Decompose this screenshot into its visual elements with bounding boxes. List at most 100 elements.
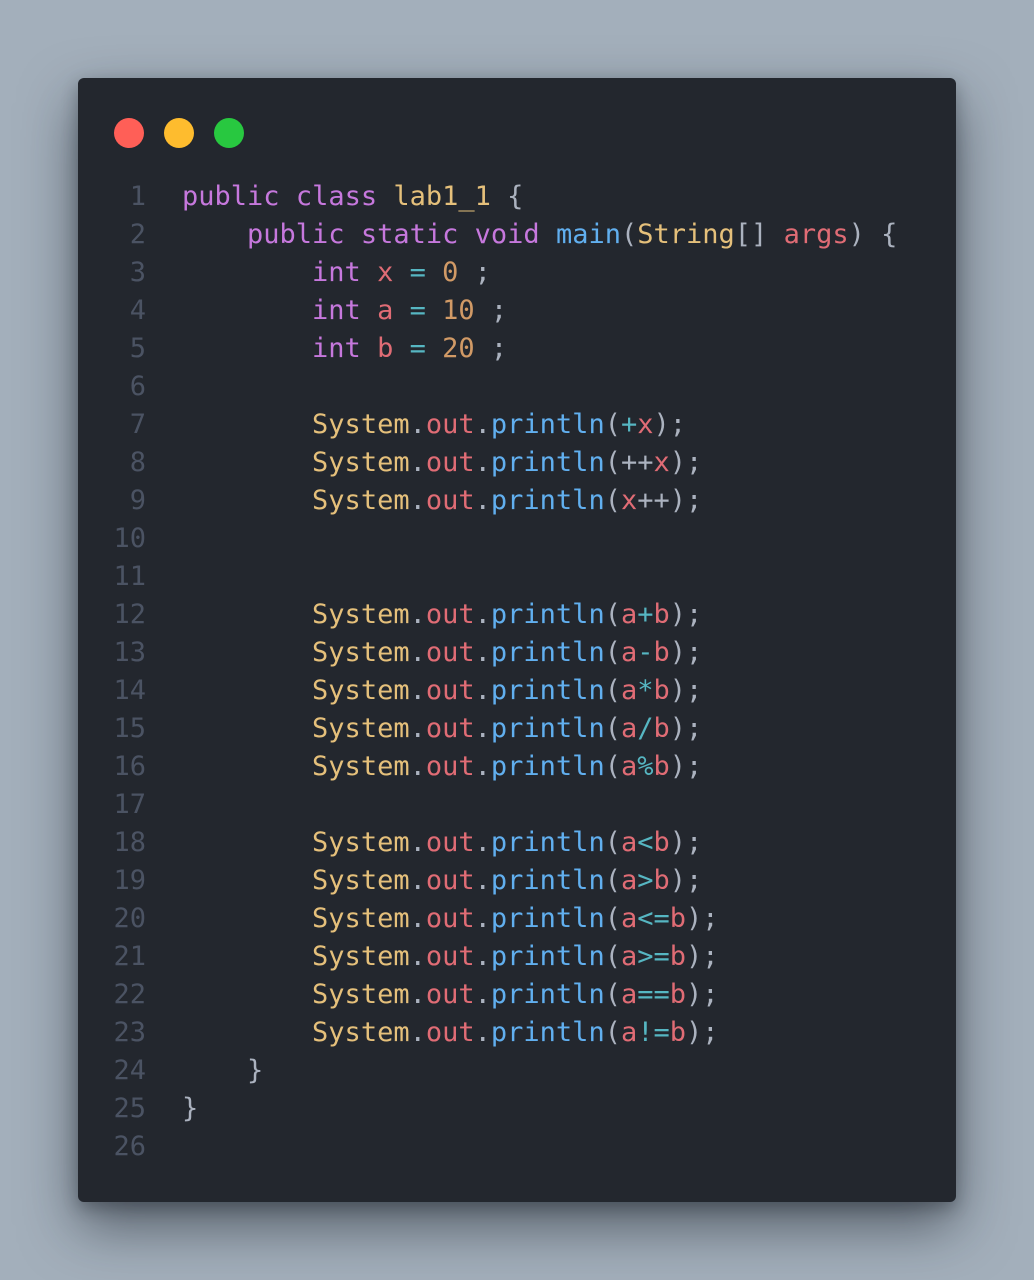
line-number: 10 <box>113 523 146 554</box>
line-number: 24 <box>113 1055 146 1086</box>
code-token-variable: args <box>783 219 849 250</box>
code-token-plain: ; <box>458 257 491 288</box>
code-token-class-name: System <box>312 599 410 630</box>
code-token-plain: ); <box>686 979 719 1010</box>
code-token-variable: out <box>425 485 475 516</box>
code-token-plain: ( <box>604 865 621 896</box>
code-token-variable: x <box>620 485 638 516</box>
code-line[interactable]: 26 <box>78 1128 956 1166</box>
code-token-method: println <box>490 751 605 782</box>
code-line[interactable]: 1 public class lab1_1 { <box>78 178 956 216</box>
code-token-variable: out <box>425 979 475 1010</box>
code-token-variable: b <box>653 637 670 668</box>
code-line[interactable]: 19 System.out.println(a>b); <box>78 862 956 900</box>
line-number: 1 <box>129 181 146 212</box>
code-token-variable: out <box>425 827 475 858</box>
code-token-variable: out <box>425 941 475 972</box>
line-code: System.out.println(a>b); <box>182 862 702 900</box>
code-token-plain: ( <box>604 675 621 706</box>
line-code: public static void main(String[] args) { <box>182 216 897 254</box>
code-token-variable: a <box>620 675 638 706</box>
code-line[interactable]: 5 int b = 20 ; <box>78 330 956 368</box>
code-token-plain: ); <box>669 447 703 478</box>
code-line[interactable]: 24 } <box>78 1052 956 1090</box>
code-token-plain: . <box>409 637 426 668</box>
code-token-plain: ); <box>653 409 687 440</box>
code-token-plain: . <box>474 675 491 706</box>
code-line[interactable]: 9 System.out.println(x++); <box>78 482 956 520</box>
code-line[interactable]: 11 <box>78 558 956 596</box>
code-line[interactable]: 20 System.out.println(a<=b); <box>78 900 956 938</box>
line-number: 17 <box>113 789 146 820</box>
code-line[interactable]: 23 System.out.println(a!=b); <box>78 1014 956 1052</box>
code-token-variable: a <box>377 295 394 326</box>
code-line[interactable]: 4 int a = 10 ; <box>78 292 956 330</box>
code-line[interactable]: 10 <box>78 520 956 558</box>
code-token-variable: a <box>620 979 638 1010</box>
code-line[interactable]: 6 <box>78 368 956 406</box>
code-token-plain: ); <box>669 827 703 858</box>
code-token-plain: . <box>409 409 426 440</box>
code-token-variable: x <box>637 409 654 440</box>
maximize-window-button[interactable] <box>214 118 244 148</box>
code-token-plain: . <box>474 637 491 668</box>
code-line[interactable]: 3 int x = 0 ; <box>78 254 956 292</box>
code-token-plain: . <box>474 979 491 1010</box>
code-window: 1 public class lab1_1 {2 public static vo… <box>78 78 956 1202</box>
code-line[interactable]: 15 System.out.println(a/b); <box>78 710 956 748</box>
code-line[interactable]: 21 System.out.println(a>=b); <box>78 938 956 976</box>
code-token-variable: out <box>425 675 475 706</box>
code-token-plain: ); <box>686 903 719 934</box>
code-token-variable: b <box>653 865 670 896</box>
line-code: System.out.println(a<=b); <box>182 900 719 938</box>
line-number: 20 <box>113 903 146 934</box>
line-code: System.out.println(a>=b); <box>182 938 718 976</box>
code-token-plain: ; <box>474 295 508 326</box>
code-line[interactable]: 16 System.out.println(a%b); <box>78 748 956 786</box>
code-line[interactable]: 12 System.out.println(a+b); <box>78 596 956 634</box>
code-token-method: println <box>490 903 605 934</box>
code-line[interactable]: 2 public static void main(String[] args)… <box>78 216 956 254</box>
minimize-window-button[interactable] <box>164 118 194 148</box>
code-token-variable: a <box>620 941 638 972</box>
code-line[interactable]: 17 <box>78 786 956 824</box>
code-line[interactable]: 25} <box>78 1090 956 1128</box>
code-token-method: println <box>490 409 605 440</box>
line-number: 8 <box>129 447 146 478</box>
code-token-plain: } <box>182 1055 264 1086</box>
line-code: int x = 0 ; <box>182 254 491 292</box>
code-token-plain: . <box>409 599 426 630</box>
code-token-variable: b <box>669 979 687 1010</box>
code-token-class-name: System <box>312 713 410 744</box>
code-token-variable: b <box>653 713 670 744</box>
code-editor[interactable]: 1 public class lab1_1 {2 public static vo… <box>78 178 956 1166</box>
code-token-plain: ); <box>669 599 703 630</box>
code-line[interactable]: 14 System.out.println(a*b); <box>78 672 956 710</box>
line-code: System.out.println(a<b); <box>182 824 702 862</box>
code-token-plain: ( <box>604 485 621 516</box>
code-token-variable: a <box>620 1017 638 1048</box>
line-code: System.out.println(a/b); <box>182 710 702 748</box>
code-line[interactable]: 7 System.out.println(+x); <box>78 406 956 444</box>
close-window-button[interactable] <box>114 118 144 148</box>
code-line[interactable]: 13 System.out.println(a-b); <box>78 634 956 672</box>
code-token-plain: ( <box>604 1017 621 1048</box>
line-code: } <box>182 1090 198 1128</box>
code-token-keyword: class <box>295 181 378 212</box>
code-token-operator: > <box>637 865 654 896</box>
line-number: 7 <box>129 409 146 440</box>
code-token-plain: ); <box>669 485 703 516</box>
code-token-variable: b <box>653 675 670 706</box>
code-token-plain: ); <box>669 865 703 896</box>
code-line[interactable]: 22 System.out.println(a==b); <box>78 976 956 1014</box>
code-line[interactable]: 18 System.out.println(a<b); <box>78 824 956 862</box>
code-line[interactable]: 8 System.out.println(++x); <box>78 444 956 482</box>
code-token-variable: b <box>653 599 670 630</box>
